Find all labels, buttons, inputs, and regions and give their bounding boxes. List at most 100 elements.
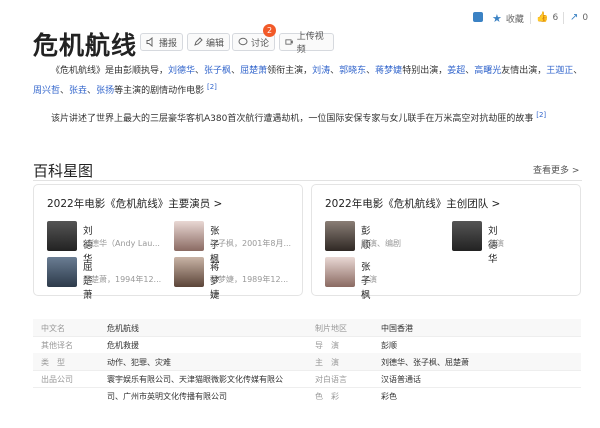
- info-value: 司、广州市英明文化传播有限公司: [107, 392, 227, 401]
- avatar: [47, 221, 77, 251]
- like-button[interactable]: 👍 6: [536, 12, 558, 23]
- upload-label: 上传视频: [296, 32, 324, 55]
- table-row: 类 型 动作、犯罪、灾难 主 演 刘德华、张子枫、屈楚萧: [33, 353, 581, 371]
- add-button[interactable]: [473, 12, 483, 22]
- cast-card[interactable]: 2022年电影《危机航线》主要演员 > 刘德华 刘德华（Andy Lau... …: [33, 184, 303, 301]
- cast-card-title[interactable]: 2022年电影《危机航线》主要演员 >: [47, 196, 222, 211]
- edit-label: 编辑: [206, 38, 225, 49]
- upload-video-button[interactable]: 上传视频: [279, 32, 334, 55]
- person-desc: 刘德华（Andy Lau...: [83, 239, 160, 248]
- person-link[interactable]: 王迦正: [546, 66, 573, 76]
- table-row: 中文名 危机航线 制片地区 中国香港: [33, 319, 581, 337]
- person-desc: 主演: [361, 275, 377, 284]
- crew-card[interactable]: 2022年电影《危机航线》主创团队 > 彭顺 导演、编剧 刘德华 主演 张子枫 …: [311, 184, 581, 301]
- play-label: 播报: [159, 38, 178, 49]
- crew-card-title[interactable]: 2022年电影《危机航线》主创团队 >: [325, 196, 500, 211]
- info-value: 彩色: [381, 392, 397, 401]
- view-more-link[interactable]: 查看更多 >: [533, 163, 579, 176]
- intro-paragraph-1: 《危机航线》是由彭顺执导，刘德华、张子枫、屈楚萧领衔主演，刘涛、郭晓东、蒋梦婕特…: [33, 64, 583, 99]
- info-value-links[interactable]: 刘德华、张子枫、屈楚萧: [381, 357, 469, 368]
- section-title: 百科星图: [33, 162, 94, 180]
- person-link[interactable]: 蒋梦婕: [375, 66, 402, 76]
- avatar: [452, 221, 482, 251]
- pencil-icon: [194, 37, 203, 46]
- share-icon: ↗: [570, 12, 579, 23]
- share-button[interactable]: ↗ 0: [570, 12, 588, 23]
- person-desc: 蒋梦婕，1989年12...: [210, 275, 289, 284]
- info-value: 危机航线: [107, 324, 139, 333]
- person-desc: 导演、编剧: [361, 239, 401, 248]
- info-key: 导 演: [315, 341, 339, 350]
- info-value: 寰宇娱乐有限公司、天津猫眼微影文化传媒有限公: [107, 375, 283, 384]
- collect-button[interactable]: ★ 收藏: [492, 12, 524, 25]
- divider: [563, 12, 564, 24]
- person-link[interactable]: 张子枫: [204, 66, 231, 76]
- reference-link[interactable]: [2]: [207, 83, 217, 91]
- collect-label: 收藏: [505, 15, 524, 25]
- info-key: 中文名: [41, 324, 65, 333]
- person-link[interactable]: 郭晓东: [339, 66, 366, 76]
- info-key: 制片地区: [315, 324, 347, 333]
- basic-info-table: 中文名 危机航线 制片地区 中国香港 其他译名 危机救援 导 演 彭顺 类 型 …: [33, 319, 581, 409]
- intro-text: 、: [573, 66, 583, 76]
- info-key: 对白语言: [315, 375, 347, 384]
- info-value: 危机救援: [107, 341, 139, 350]
- person-desc: 主演: [488, 239, 504, 248]
- intro-text: 领衔主演，: [267, 66, 313, 76]
- info-value: 中国香港: [381, 324, 413, 333]
- info-key: 类 型: [41, 358, 65, 367]
- info-value: 动作、犯罪、灾难: [107, 358, 171, 367]
- intro-text: 、: [87, 85, 97, 96]
- person-link[interactable]: 屈楚萧: [240, 66, 267, 76]
- section-divider: [33, 180, 582, 181]
- intro-text: 特别出演，: [402, 66, 448, 76]
- thumbs-up-icon: 👍: [536, 12, 549, 23]
- intro-text: 《危机航线》是由彭顺执导，: [51, 66, 169, 76]
- avatar: [325, 257, 355, 287]
- intro-paragraph-2: 该片讲述了世界上最大的三层豪华客机A380首次航行遭遇劫机，一位国际安保专家与女…: [33, 108, 583, 128]
- person-link[interactable]: 周兴哲: [33, 86, 60, 96]
- person-link[interactable]: 刘德华: [168, 66, 195, 76]
- table-row: 出品公司 寰宇娱乐有限公司、天津猫眼微影文化传媒有限公 对白语言 汉语普通话: [33, 370, 581, 388]
- edit-button[interactable]: 编辑: [187, 33, 230, 51]
- person-link[interactable]: 刘涛: [312, 66, 330, 76]
- intro-text: 、: [465, 66, 475, 76]
- intro-text: 该片讲述了世界上最大的三层豪华客机A380首次航行遭遇劫机，一位国际安保专家与女…: [51, 114, 534, 124]
- info-key: 色 彩: [315, 392, 339, 401]
- avatar: [174, 257, 204, 287]
- table-row: 其他译名 危机救援 导 演 彭顺: [33, 336, 581, 354]
- intro-text: 等主演的剧情动作电影: [114, 85, 205, 96]
- info-key: 主 演: [315, 358, 339, 367]
- star-icon: ★: [492, 12, 502, 25]
- chat-icon: [238, 37, 248, 46]
- intro-text: 、: [60, 85, 70, 96]
- info-key: 其他译名: [41, 341, 73, 350]
- avatar: [47, 257, 77, 287]
- person-link[interactable]: 姜超: [447, 66, 465, 76]
- intro-text: 、: [330, 66, 340, 76]
- reference-link[interactable]: [2]: [536, 111, 546, 119]
- person-link[interactable]: 张垚: [69, 86, 87, 96]
- intro-text: 、: [231, 66, 241, 76]
- plus-icon: [473, 12, 483, 22]
- intro-text: 友情出演，: [501, 66, 547, 76]
- page-title: 危机航线: [33, 31, 138, 60]
- avatar: [325, 221, 355, 251]
- video-icon: [285, 39, 293, 45]
- info-key: 出品公司: [41, 375, 73, 384]
- speaker-icon: [146, 37, 153, 47]
- share-count: 0: [582, 12, 589, 23]
- person-desc: 屈楚萧，1994年12...: [83, 275, 162, 284]
- play-button[interactable]: 播报: [140, 33, 183, 51]
- like-count: 6: [552, 12, 559, 23]
- table-row: 司、广州市英明文化传播有限公司 色 彩 彩色: [33, 387, 581, 404]
- discuss-count-badge: 2: [263, 24, 276, 37]
- avatar: [174, 221, 204, 251]
- person-link[interactable]: 张扬: [96, 86, 114, 96]
- info-value: 汉语普通话: [381, 375, 421, 384]
- info-value: 彭顺: [381, 341, 397, 350]
- discuss-label: 讨论: [251, 38, 270, 49]
- intro-text: 、: [195, 66, 205, 76]
- intro-text: 、: [366, 66, 376, 76]
- person-link[interactable]: 高曙光: [474, 66, 501, 76]
